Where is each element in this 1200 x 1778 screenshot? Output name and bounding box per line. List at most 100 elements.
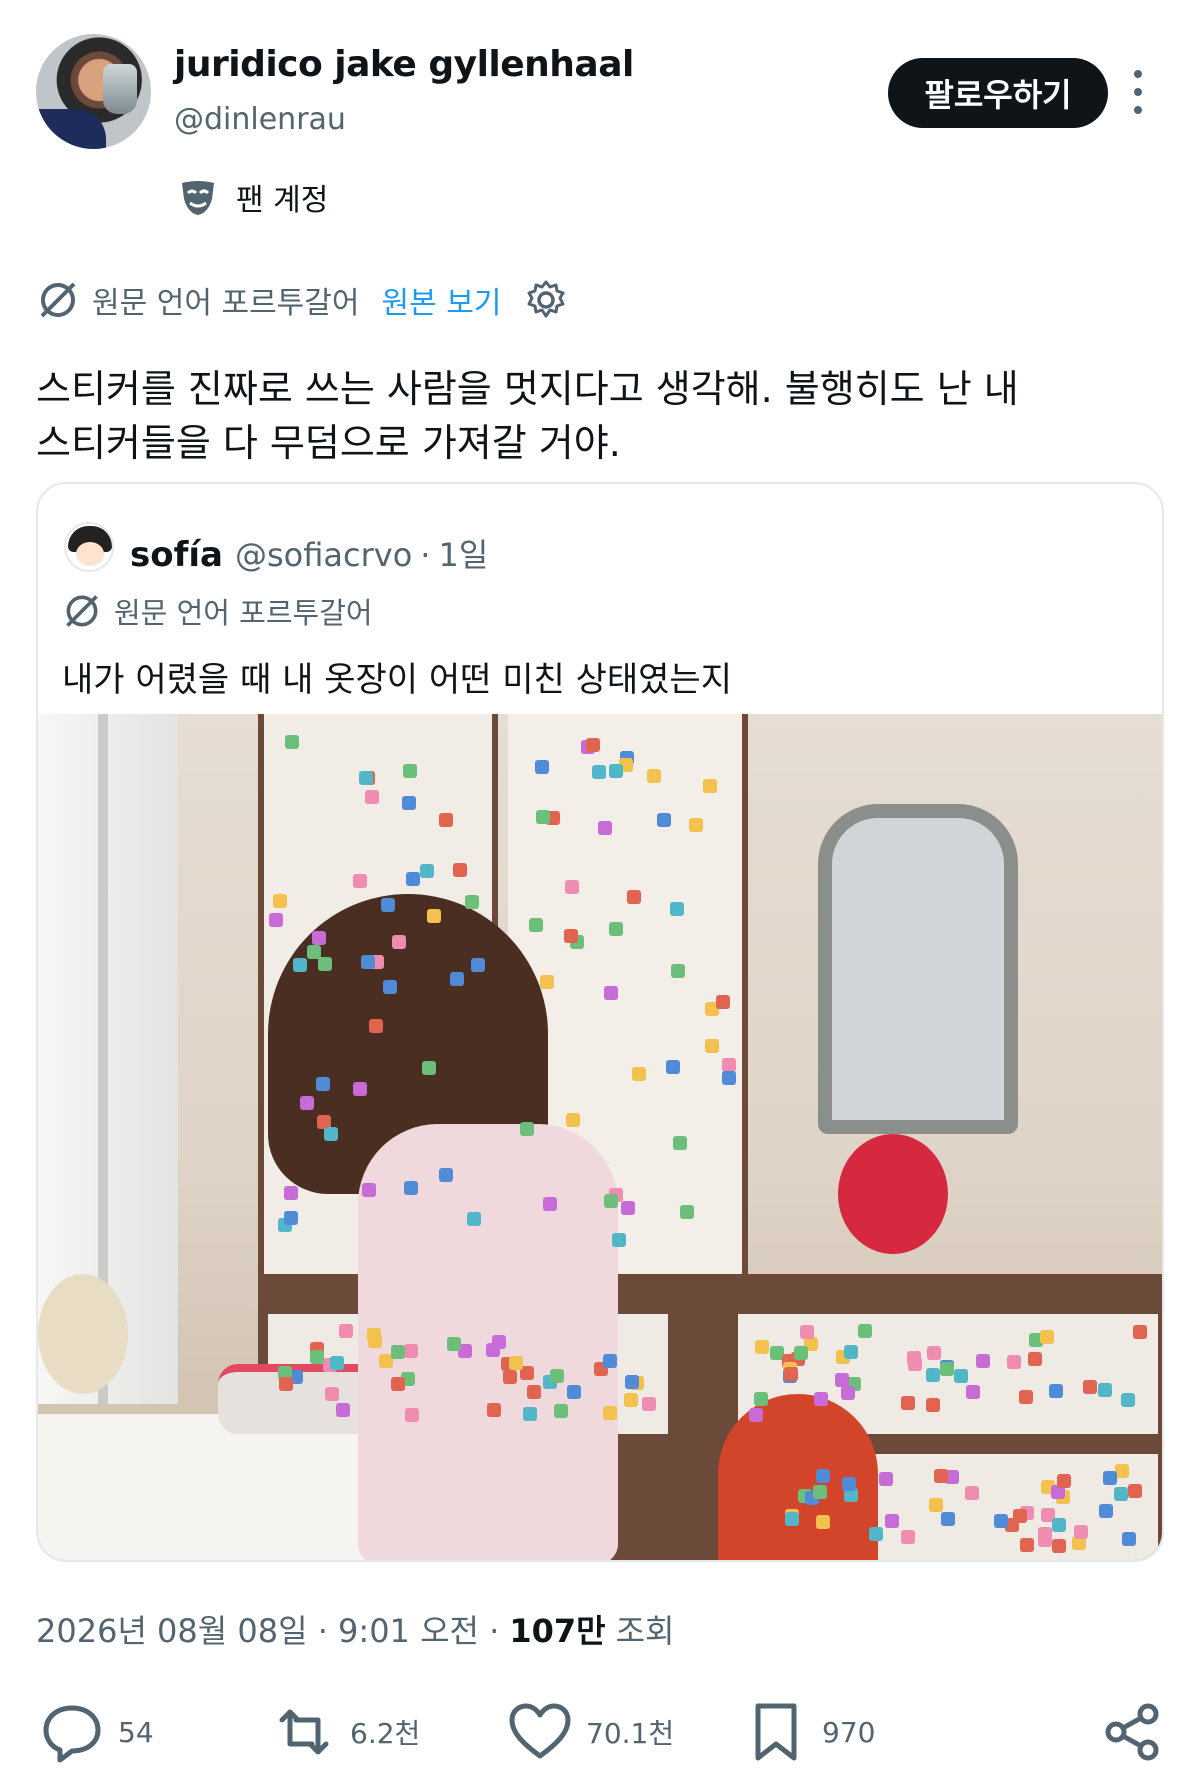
author-handle[interactable]: @dinlenrau xyxy=(174,102,346,137)
sticker xyxy=(1114,1464,1129,1479)
sticker xyxy=(392,935,407,950)
sticker xyxy=(907,1356,922,1371)
gear-icon[interactable] xyxy=(525,279,567,321)
quote-photo[interactable] xyxy=(38,714,1162,1560)
sticker xyxy=(626,889,641,904)
sticker xyxy=(391,1376,406,1391)
view-original-link[interactable]: 원본 보기 xyxy=(381,278,501,322)
sticker xyxy=(620,1200,635,1215)
sticker xyxy=(1127,1484,1142,1499)
sticker xyxy=(927,1345,942,1360)
action-bar: 54 6.2천 70.1천 970 xyxy=(0,1690,1200,1770)
sticker xyxy=(269,913,284,928)
quote-time[interactable]: 1일 xyxy=(438,530,488,576)
sticker xyxy=(843,1344,858,1359)
follow-button[interactable]: 팔로우하기 xyxy=(888,58,1108,128)
sticker xyxy=(715,994,730,1009)
tweet-meta: 2026년 08월 08일 · 9:01 오전 · 107만 조회 xyxy=(36,1606,674,1652)
sticker xyxy=(419,864,434,879)
sticker xyxy=(598,820,613,835)
sticker xyxy=(608,922,623,937)
sticker xyxy=(1013,1509,1028,1524)
sticker xyxy=(592,764,607,779)
sticker xyxy=(783,1366,798,1381)
fan-account-label: 팬 계정 xyxy=(236,183,329,218)
sticker xyxy=(953,1369,968,1384)
sticker xyxy=(755,1339,769,1354)
translation-label: 원문 언어 포르투갈어 xyxy=(92,286,360,321)
sticker xyxy=(565,1113,580,1128)
sticker xyxy=(427,908,442,923)
sticker xyxy=(1114,1487,1129,1502)
sticker xyxy=(939,1362,954,1377)
share-icon[interactable] xyxy=(1100,1700,1164,1764)
sticker xyxy=(721,1058,736,1073)
sticker xyxy=(563,929,578,944)
like-button[interactable]: 70.1천 xyxy=(508,1700,674,1764)
quote-author-avatar[interactable] xyxy=(64,522,114,572)
sticker xyxy=(452,863,467,878)
sticker xyxy=(502,1370,517,1385)
avatar-shirt xyxy=(36,109,106,149)
sticker xyxy=(567,1384,582,1399)
sticker xyxy=(1102,1471,1117,1486)
sticker xyxy=(586,738,601,753)
reply-count: 54 xyxy=(118,1715,154,1749)
reply-button[interactable]: 54 xyxy=(40,1700,154,1764)
more-options-icon[interactable] xyxy=(1126,70,1150,114)
sticker xyxy=(527,1384,542,1399)
sticker xyxy=(523,1406,538,1421)
sticker xyxy=(1027,1351,1042,1366)
sticker xyxy=(1097,1383,1112,1398)
sticker xyxy=(403,764,418,779)
sticker xyxy=(404,1343,419,1358)
sticker xyxy=(900,1396,915,1411)
sticker xyxy=(1020,1538,1035,1553)
sticker xyxy=(603,1194,618,1209)
bookmark-button[interactable]: 970 xyxy=(744,1700,875,1764)
sticker xyxy=(336,1403,351,1418)
sticker xyxy=(670,901,685,916)
sticker xyxy=(784,1512,799,1527)
sticker xyxy=(840,1386,855,1401)
sticker xyxy=(352,1082,367,1097)
sticker xyxy=(925,1398,940,1413)
translation-bar: 원문 언어 포르투갈어 원본 보기 xyxy=(36,278,567,322)
sticker xyxy=(450,971,465,986)
sticker xyxy=(603,985,618,1000)
sticker xyxy=(1051,1539,1066,1554)
sticker xyxy=(1040,1329,1055,1344)
quote-author-name[interactable]: sofía xyxy=(130,535,223,575)
translate-icon xyxy=(66,595,98,627)
sticker xyxy=(540,975,555,990)
sticker xyxy=(324,1386,339,1401)
repost-button[interactable]: 6.2천 xyxy=(272,1700,420,1764)
sticker xyxy=(703,779,718,794)
sticker xyxy=(608,763,623,778)
mask-icon xyxy=(182,181,214,215)
author-display-name[interactable]: juridico jake gyllenhaal xyxy=(174,44,634,85)
sticker xyxy=(272,894,287,909)
like-count: 70.1천 xyxy=(586,1717,675,1750)
sticker xyxy=(632,1067,647,1082)
sticker xyxy=(565,879,580,894)
sticker xyxy=(1052,1518,1067,1533)
quoted-tweet-card[interactable]: sofía @sofiacrvo · 1일 원문 언어 포르투갈어 내가 어렸을… xyxy=(36,482,1164,1562)
author-avatar[interactable] xyxy=(36,34,151,149)
tweet-timestamp[interactable]: 2026년 08월 08일 · 9:01 오전 · xyxy=(36,1606,499,1652)
sticker xyxy=(1049,1383,1064,1398)
quote-text: 내가 어렸을 때 내 옷장이 어떤 미친 상태였는지 xyxy=(62,660,732,700)
sticker xyxy=(364,789,379,804)
quote-separator: · xyxy=(420,536,431,574)
sticker xyxy=(383,980,398,995)
quote-author-handle[interactable]: @sofiacrvo xyxy=(235,536,412,574)
sticker xyxy=(292,957,307,972)
sticker xyxy=(722,1070,737,1085)
sticker xyxy=(815,1515,830,1530)
sticker xyxy=(929,1497,944,1512)
sticker xyxy=(306,944,321,959)
sticker xyxy=(318,957,333,972)
sticker xyxy=(689,817,704,832)
repost-count: 6.2천 xyxy=(350,1717,421,1750)
sticker xyxy=(749,1408,764,1423)
